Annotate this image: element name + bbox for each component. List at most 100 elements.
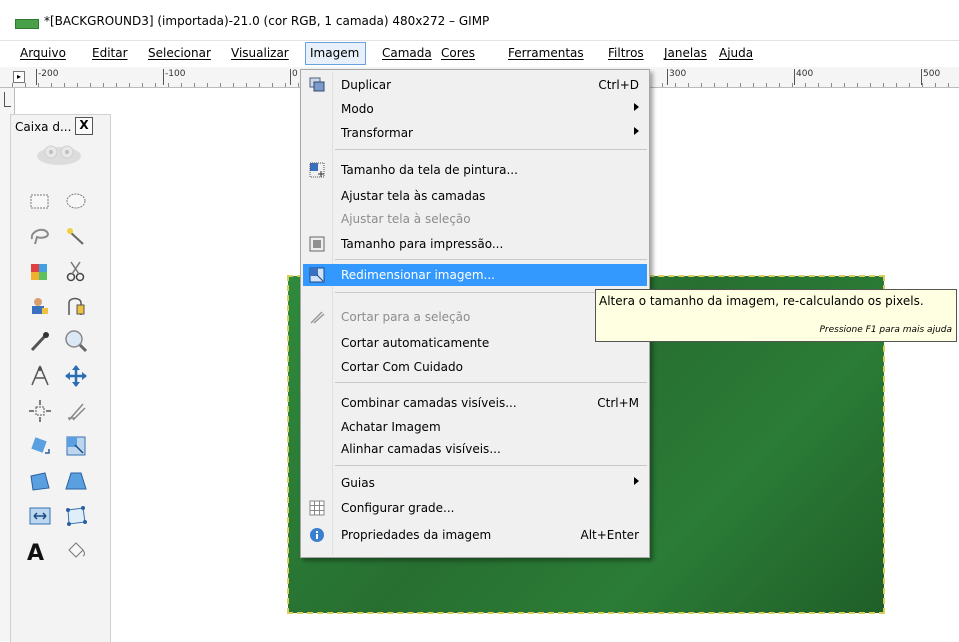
menu-item-label: Propriedades da imagem <box>341 528 492 542</box>
menu-item-transformar[interactable]: Transformar <box>303 122 647 144</box>
submenu-arrow-icon <box>634 127 639 135</box>
zoom-tool-icon[interactable] <box>63 328 89 354</box>
menu-arquivo[interactable]: Arquivo <box>20 46 66 60</box>
foreground-select-tool-icon[interactable] <box>27 293 53 319</box>
menu-item-achatar[interactable]: Achatar Imagem <box>303 416 647 438</box>
toolbox-panel: Caixa d... X A <box>10 114 111 642</box>
menu-item-label: Combinar camadas visíveis... <box>341 396 517 410</box>
menu-item-guias[interactable]: Guias <box>303 472 647 494</box>
measure-tool-icon[interactable] <box>27 363 53 389</box>
select-by-color-tool-icon[interactable] <box>27 258 53 284</box>
free-select-tool-icon[interactable] <box>27 223 53 249</box>
menu-item-label: Cortar para a seleção <box>341 310 471 324</box>
menu-separator <box>335 382 647 383</box>
toolbox-close-button[interactable]: X <box>75 117 93 135</box>
menu-ferramentas[interactable]: Ferramentas <box>508 46 584 60</box>
menu-item-combinar-camadas[interactable]: Combinar camadas visíveis... Ctrl+M <box>303 392 647 414</box>
menu-item-accel: Ctrl+M <box>597 396 639 410</box>
menu-item-cortar-cuidado[interactable]: Cortar Com Cuidado <box>303 356 647 378</box>
menu-item-label: Achatar Imagem <box>341 420 441 434</box>
menu-separator <box>335 149 647 150</box>
menu-item-label: Alinhar camadas visíveis... <box>341 442 501 456</box>
menu-editar[interactable]: Editar <box>92 46 128 60</box>
fuzzy-select-tool-icon[interactable] <box>63 223 89 249</box>
text-tool-icon[interactable]: A <box>25 538 51 564</box>
menu-item-alinhar-camadas[interactable]: Alinhar camadas visíveis... <box>303 438 647 460</box>
window-title: *[BACKGROUND3] (importada)-21.0 (cor RGB… <box>44 14 490 28</box>
navigate-icon[interactable]: ▸ <box>13 71 25 83</box>
crop-tool-icon[interactable] <box>63 398 89 424</box>
menu-visualizar[interactable]: Visualizar <box>231 46 289 60</box>
menu-camada[interactable]: Camada <box>382 46 432 60</box>
ruler-label: 400 <box>794 69 813 85</box>
gimp-app-icon <box>15 19 39 29</box>
ruler-label: -100 <box>163 69 185 85</box>
menu-imagem[interactable]: Imagem <box>305 42 367 65</box>
color-picker-tool-icon[interactable] <box>27 328 53 354</box>
shear-tool-icon[interactable] <box>27 468 53 494</box>
menu-item-configurar-grade[interactable]: Configurar grade... <box>303 497 647 519</box>
menu-separator <box>335 465 647 466</box>
duplicate-icon <box>309 77 325 92</box>
menu-janelas[interactable]: Janelas <box>664 46 707 60</box>
menu-item-label: Transformar <box>341 126 413 140</box>
paths-tool-icon[interactable] <box>63 293 89 319</box>
menu-item-label: Ajustar tela às camadas <box>341 189 486 203</box>
menu-item-label: Duplicar <box>341 78 392 92</box>
menu-cores[interactable]: Cores <box>441 46 475 60</box>
tooltip-text: Altera o tamanho da imagem, re-calculand… <box>599 294 924 308</box>
align-tool-icon[interactable] <box>27 398 53 424</box>
menu-item-propriedades[interactable]: Propriedades da imagem Alt+Enter <box>303 524 647 546</box>
menu-item-label: Guias <box>341 476 375 490</box>
menu-bar: Arquivo Editar Selecionar Visualizar Ima… <box>0 41 959 65</box>
print-size-icon <box>309 236 325 252</box>
menu-item-tamanho-impressao[interactable]: Tamanho para impressão... <box>303 233 647 255</box>
menu-item-label: Configurar grade... <box>341 501 455 515</box>
menu-item-ajustar-selecao[interactable]: Ajustar tela à seleção <box>303 208 647 230</box>
menu-item-redimensionar[interactable]: Redimensionar imagem... <box>303 264 647 286</box>
menu-filtros[interactable]: Filtros <box>608 46 644 60</box>
grid-icon <box>309 500 325 516</box>
menu-item-label: Cortar automaticamente <box>341 336 490 350</box>
canvas-size-icon <box>309 162 325 178</box>
menu-item-accel: Alt+Enter <box>580 528 639 542</box>
ellipse-select-tool-icon[interactable] <box>63 188 89 214</box>
submenu-arrow-icon <box>634 103 639 111</box>
menu-item-modo[interactable]: Modo <box>303 98 647 120</box>
menu-item-label: Tamanho da tela de pintura... <box>341 163 518 177</box>
menu-item-label: Cortar Com Cuidado <box>341 360 463 374</box>
menu-selecionar[interactable]: Selecionar <box>148 46 211 60</box>
ruler-mark <box>4 92 11 107</box>
cage-transform-tool-icon[interactable] <box>63 503 89 529</box>
ruler-label: 0 <box>290 69 298 85</box>
rotate-tool-icon[interactable] <box>27 433 53 459</box>
svg-text:A: A <box>27 541 44 564</box>
flip-tool-icon[interactable] <box>27 503 53 529</box>
wilber-logo-icon <box>37 145 81 165</box>
move-tool-icon[interactable] <box>63 363 89 389</box>
menu-ajuda[interactable]: Ajuda <box>719 46 753 60</box>
menu-item-label: Redimensionar imagem... <box>341 268 495 282</box>
scale-tool-icon[interactable] <box>63 433 89 459</box>
scale-image-icon <box>309 267 325 283</box>
ruler-label: 300 <box>667 69 686 85</box>
menu-item-tamanho-tela[interactable]: Tamanho da tela de pintura... <box>303 159 647 181</box>
bucket-fill-tool-icon[interactable] <box>63 538 89 564</box>
crop-icon <box>310 311 325 324</box>
menu-item-ajustar-camadas[interactable]: Ajustar tela às camadas <box>303 185 647 207</box>
menu-item-label: Ajustar tela à seleção <box>341 212 471 226</box>
title-bar: *[BACKGROUND3] (importada)-21.0 (cor RGB… <box>0 0 959 41</box>
scissors-select-tool-icon[interactable] <box>63 258 89 284</box>
menu-item-label: Modo <box>341 102 374 116</box>
tooltip: Altera o tamanho da imagem, re-calculand… <box>595 289 957 342</box>
ruler-label: 500 <box>921 69 940 85</box>
menu-item-duplicar[interactable]: Duplicar Ctrl+D <box>303 74 647 96</box>
toolbox-title: Caixa d... <box>15 120 72 134</box>
ruler-label: -200 <box>36 69 58 85</box>
menu-item-accel: Ctrl+D <box>598 78 639 92</box>
info-icon <box>310 528 324 542</box>
perspective-tool-icon[interactable] <box>63 468 89 494</box>
rect-select-tool-icon[interactable] <box>27 188 53 214</box>
tooltip-hint: Pressione F1 para mais ajuda <box>819 325 953 335</box>
submenu-arrow-icon <box>634 477 639 485</box>
